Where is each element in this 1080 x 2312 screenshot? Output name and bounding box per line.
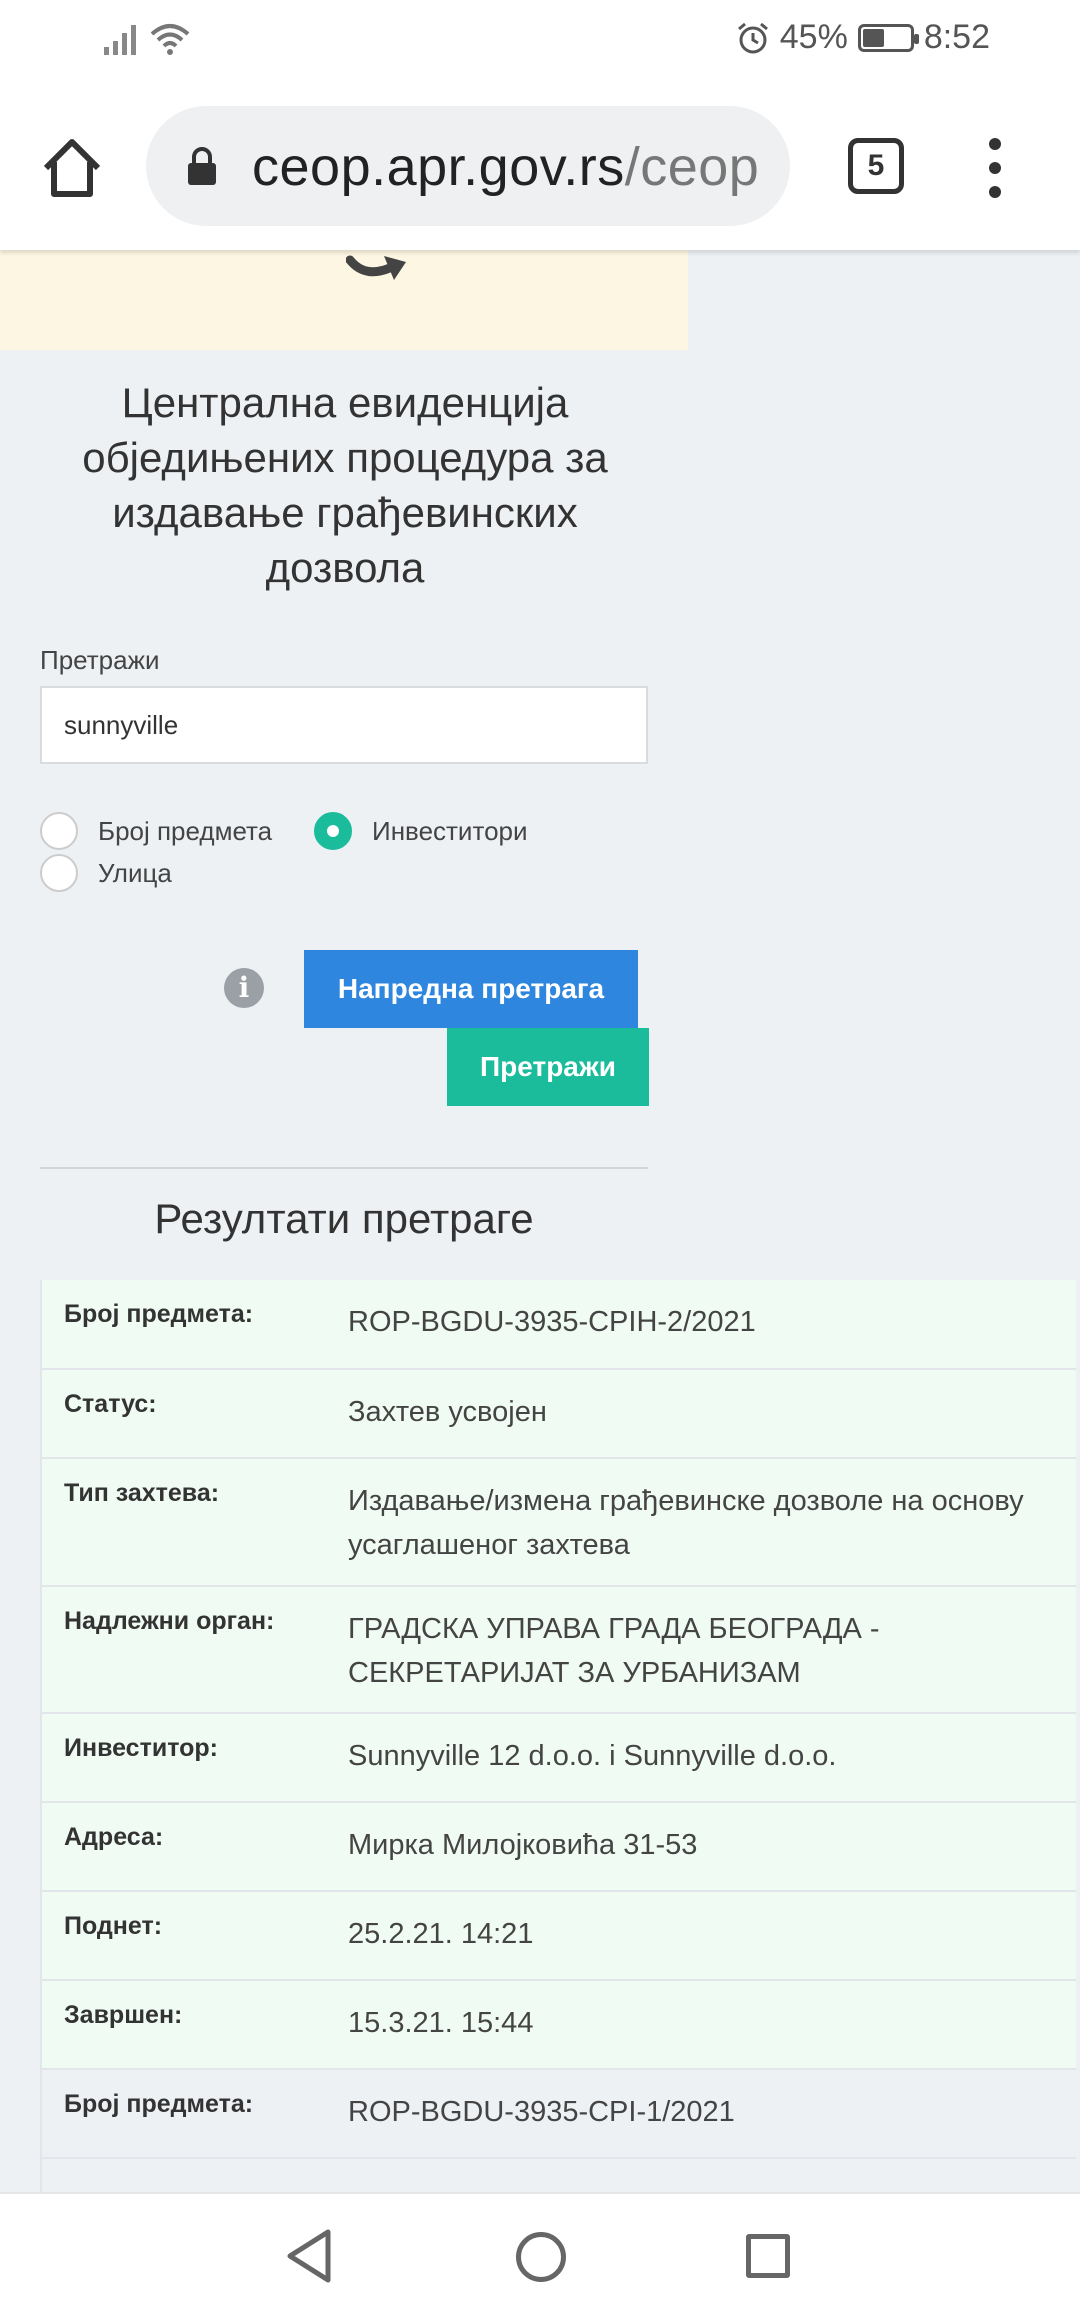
result-label: Поднет: bbox=[64, 1912, 163, 1940]
clock: 8:52 bbox=[923, 18, 990, 56]
page-content: Централна евиденција обједињених процеду… bbox=[0, 250, 1080, 2192]
address-bar[interactable]: ceop.apr.gov.rs/ceop bbox=[146, 106, 790, 226]
status-bar: 45% 8:52 bbox=[0, 0, 1080, 82]
battery-icon bbox=[857, 23, 919, 52]
search-input[interactable] bbox=[40, 686, 648, 764]
result-label: Тип захтева: bbox=[64, 1479, 220, 1507]
radio-button[interactable] bbox=[40, 854, 78, 892]
result-value: 15.3.21. 15:44 bbox=[348, 2007, 534, 2039]
radio-button[interactable] bbox=[314, 812, 352, 850]
url-path: /ceop bbox=[624, 137, 760, 197]
wifi-icon bbox=[150, 24, 190, 55]
browser-toolbar: ceop.apr.gov.rs/ceop 5 bbox=[0, 82, 1080, 250]
search-label: Претражи bbox=[40, 645, 160, 675]
system-nav-bar bbox=[0, 2192, 1080, 2312]
result-row: Адреса: Мирка Милојковића 31-53 bbox=[42, 1803, 1076, 1892]
advanced-search-button[interactable]: Напредна претрага bbox=[304, 950, 638, 1028]
result-value: ROP-BGDU-3935-CPIH-2/2021 bbox=[348, 1306, 756, 1338]
result-value: ROP-BGDU-3935-CPI-1/2021 bbox=[348, 2096, 735, 2128]
result-label: Број предмета: bbox=[64, 2090, 254, 2118]
result-label: Адреса: bbox=[64, 1823, 164, 1851]
radio-label: Улица bbox=[98, 857, 172, 888]
result-row bbox=[42, 2159, 1076, 2192]
signal-icon bbox=[104, 23, 136, 55]
result-value: Sunnyville 12 d.o.o. i Sunnyville d.o.o. bbox=[348, 1740, 837, 1772]
page-title: Централна евиденција обједињених процеду… bbox=[82, 379, 608, 591]
result-value: 25.2.21. 14:21 bbox=[348, 1918, 534, 1950]
back-icon[interactable] bbox=[284, 2228, 334, 2284]
result-value: Издавање/измена грађевинске дозволе на о… bbox=[348, 1485, 1024, 1561]
url-domain: ceop.apr.gov.rs bbox=[252, 137, 625, 197]
search-button[interactable]: Претражи bbox=[447, 1028, 649, 1106]
radio-investors[interactable]: Инвеститори bbox=[314, 812, 528, 850]
result-label: Завршен: bbox=[64, 2001, 183, 2029]
radio-street[interactable]: Улица bbox=[40, 854, 172, 892]
result-label: Статус: bbox=[64, 1390, 157, 1418]
result-row: Надлежни орган: ГРАДСКА УПРАВА ГРАДА БЕО… bbox=[42, 1587, 1076, 1714]
overflow-menu-icon[interactable] bbox=[980, 138, 1010, 198]
result-value: ГРАДСКА УПРАВА ГРАДА БЕОГРАДА - СЕКРЕТАР… bbox=[348, 1613, 880, 1689]
home-icon[interactable] bbox=[36, 132, 108, 204]
results-table: Број предмета: ROP-BGDU-3935-CPIH-2/2021… bbox=[40, 1280, 1076, 2192]
banner bbox=[0, 250, 688, 350]
tab-switcher-button[interactable]: 5 bbox=[848, 138, 904, 194]
recent-apps-icon[interactable] bbox=[746, 2234, 790, 2278]
result-row: Поднет: 25.2.21. 14:21 bbox=[42, 1892, 1076, 1981]
result-value: Захтев усвојен bbox=[348, 1396, 547, 1428]
battery-percent: 45% bbox=[779, 18, 848, 56]
divider bbox=[40, 1167, 648, 1169]
lock-icon bbox=[188, 147, 216, 185]
radio-label: Инвеститори bbox=[372, 815, 528, 846]
result-row: Инвеститор: Sunnyville 12 d.o.o. i Sunny… bbox=[42, 1714, 1076, 1803]
alarm-icon bbox=[737, 22, 768, 53]
radio-button[interactable] bbox=[40, 812, 78, 850]
result-row: Тип захтева: Издавање/измена грађевинске… bbox=[42, 1459, 1076, 1587]
result-label: Надлежни орган: bbox=[64, 1607, 275, 1635]
refresh-icon[interactable] bbox=[346, 250, 412, 290]
result-label: Број предмета: bbox=[64, 1300, 254, 1328]
home-nav-icon[interactable] bbox=[516, 2232, 566, 2282]
info-icon[interactable]: i bbox=[224, 968, 264, 1008]
result-value: Мирка Милојковића 31-53 bbox=[348, 1829, 698, 1861]
radio-label: Број предмета bbox=[98, 815, 273, 846]
radio-case-number[interactable]: Број предмета bbox=[40, 812, 272, 850]
result-row: Статус: Захтев усвојен bbox=[42, 1370, 1076, 1459]
result-row: Завршен: 15.3.21. 15:44 bbox=[42, 1981, 1076, 2070]
result-row: Број предмета: ROP-BGDU-3935-CPI-1/2021 bbox=[42, 2070, 1076, 2159]
result-label: Инвеститор: bbox=[64, 1734, 218, 1762]
result-row: Број предмета: ROP-BGDU-3935-CPIH-2/2021 bbox=[42, 1280, 1076, 1370]
results-title: Резултати претраге bbox=[154, 1195, 534, 1242]
